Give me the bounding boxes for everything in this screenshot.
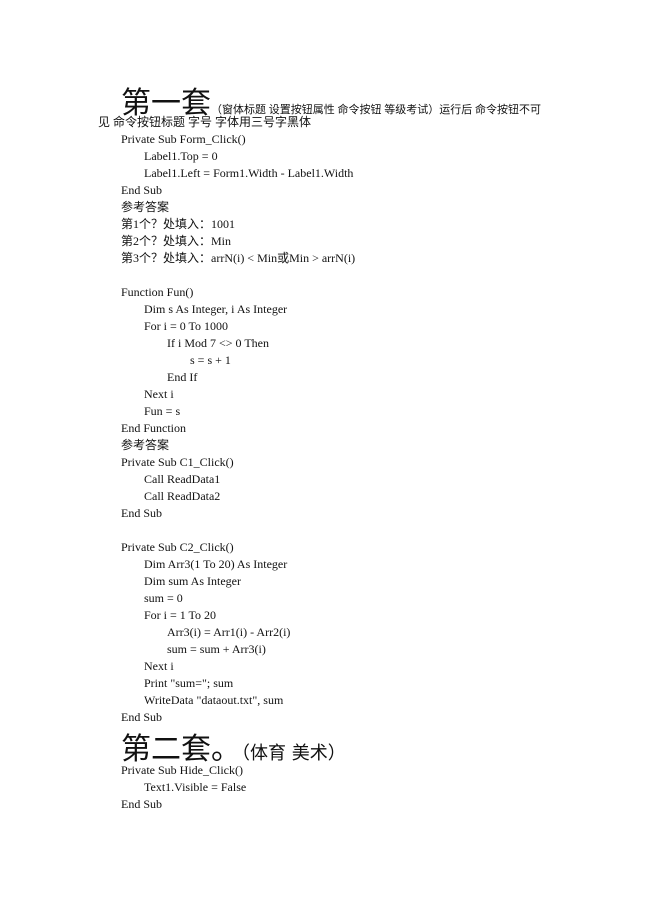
code-line: End Sub bbox=[121, 710, 163, 724]
code-line: Fun = s bbox=[144, 404, 181, 418]
code-line: Function Fun() bbox=[121, 285, 194, 299]
code-line: For i = 1 To 20 bbox=[144, 608, 217, 622]
code-line: Next i bbox=[144, 387, 174, 401]
code-line: End Sub bbox=[121, 183, 163, 197]
code-line: 第1个？处填入：1001 bbox=[121, 217, 236, 231]
code-line: Dim s As Integer, i As Integer bbox=[144, 302, 288, 316]
code-line: Label1.Top = 0 bbox=[144, 149, 218, 163]
code-line: 参考答案 bbox=[121, 438, 170, 452]
section-1-note-continued: 见 命令按钮标题 字号 字体用三号字黑体 bbox=[98, 115, 312, 129]
code-line: Private Sub C2_Click() bbox=[121, 540, 234, 554]
code-line: WriteData "dataout.txt", sum bbox=[144, 693, 284, 707]
code-line: Call ReadData2 bbox=[144, 489, 221, 503]
code-line: Next i bbox=[144, 659, 174, 673]
code-line: Print "sum="; sum bbox=[144, 676, 234, 690]
code-line: Arr3(i) = Arr1(i) - Arr2(i) bbox=[167, 625, 291, 639]
code-line: 第2个？处填入：Min bbox=[121, 234, 232, 248]
code-line: Private Sub Hide_Click() bbox=[121, 763, 243, 777]
code-line: If i Mod 7 <> 0 Then bbox=[167, 336, 269, 350]
code-line: For i = 0 To 1000 bbox=[144, 319, 229, 333]
section-2-note: （体育 美术） bbox=[241, 743, 346, 764]
code-line: Private Sub C1_Click() bbox=[121, 455, 234, 469]
code-line: End If bbox=[167, 370, 198, 384]
code-line: sum = sum + Arr3(i) bbox=[167, 642, 266, 656]
code-line: Label1.Left = Form1.Width - Label1.Width bbox=[144, 166, 354, 180]
code-line: Call ReadData1 bbox=[144, 472, 221, 486]
code-line: Text1.Visible = False bbox=[144, 780, 247, 794]
section-2-title: 第二套。 bbox=[121, 732, 241, 767]
code-line: End Sub bbox=[121, 506, 163, 520]
code-line: Dim sum As Integer bbox=[144, 574, 241, 588]
code-line: 参考答案 bbox=[121, 200, 170, 214]
code-line: 第3个？处填入：arrN(i) < Min或Min > arrN(i) bbox=[121, 251, 356, 265]
code-line: Dim Arr3(1 To 20) As Integer bbox=[144, 557, 288, 571]
code-line: Private Sub Form_Click() bbox=[121, 132, 246, 146]
code-line: s = s + 1 bbox=[190, 353, 231, 367]
code-line: End Sub bbox=[121, 797, 163, 811]
document-page: 第一套（窗体标题 设置按钮属性 命令按钮 等级考试）运行后 命令按钮不可 见 命… bbox=[0, 0, 650, 920]
section-2-heading: 第二套。（体育 美术） bbox=[121, 724, 346, 768]
code-line: End Function bbox=[121, 421, 186, 435]
code-line: sum = 0 bbox=[144, 591, 183, 605]
